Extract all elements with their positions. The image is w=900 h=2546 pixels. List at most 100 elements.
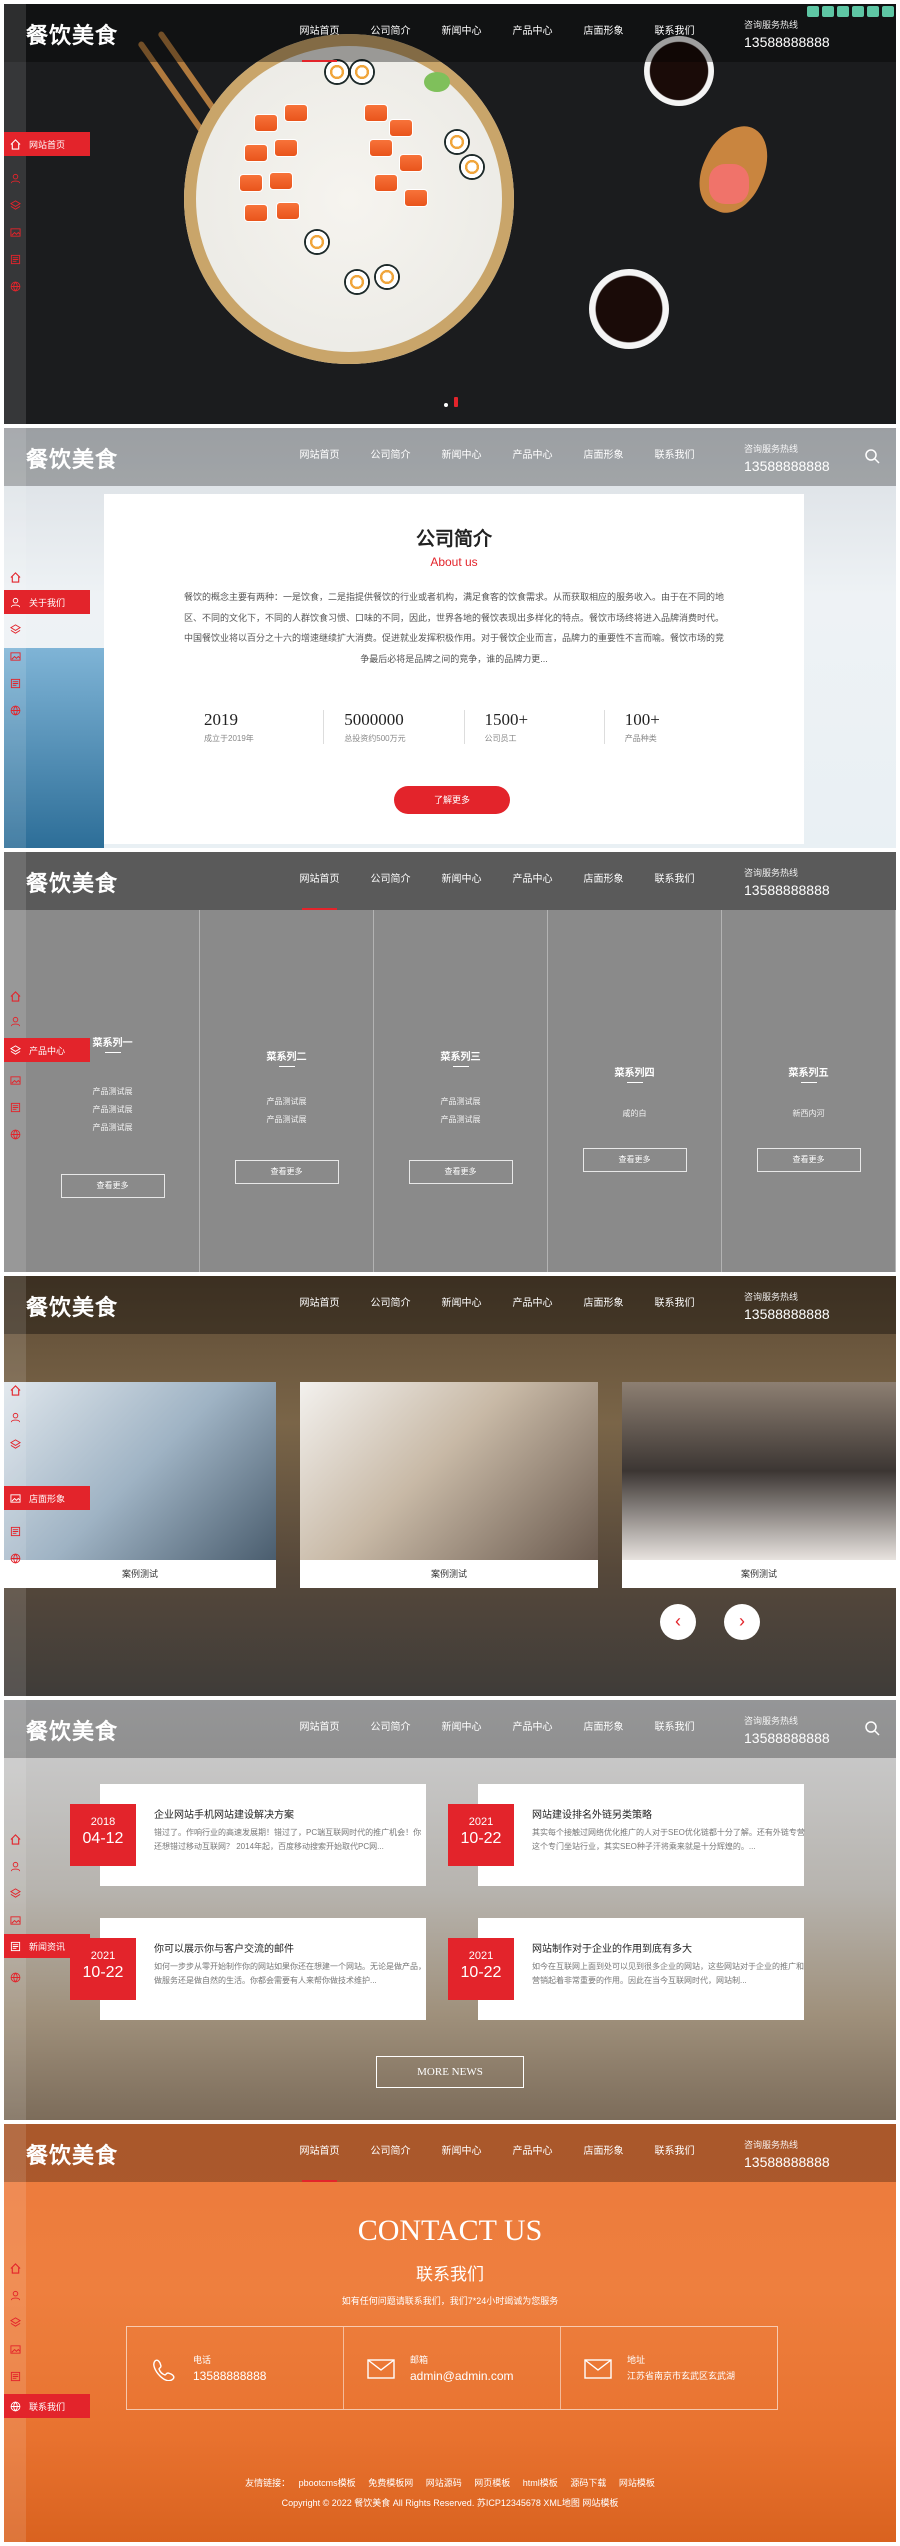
news-title[interactable]: 企业网站手机网站建设解决方案 bbox=[154, 1806, 429, 1821]
nav-products[interactable]: 产品中心 bbox=[497, 852, 568, 910]
share-icon[interactable] bbox=[867, 6, 879, 17]
side-item-home[interactable]: 网站首页 bbox=[4, 132, 90, 156]
footer-link[interactable]: 网站模板 bbox=[619, 2478, 655, 2488]
nav-store[interactable]: 店面形象 bbox=[568, 2124, 639, 2182]
nav-home[interactable]: 网站首页 bbox=[284, 2124, 355, 2182]
search-icon[interactable] bbox=[864, 1720, 880, 1736]
site-logo[interactable]: 餐饮美食 bbox=[26, 18, 118, 50]
share-icon[interactable] bbox=[837, 6, 849, 17]
globe-icon[interactable] bbox=[4, 1968, 26, 1986]
image-icon[interactable] bbox=[4, 647, 26, 665]
footer-link[interactable]: 网页模板 bbox=[474, 2478, 510, 2488]
nav-about[interactable]: 公司简介 bbox=[355, 1700, 426, 1758]
layers-icon[interactable] bbox=[4, 1884, 26, 1902]
nav-about[interactable]: 公司简介 bbox=[355, 4, 426, 62]
image-icon[interactable] bbox=[4, 1071, 26, 1089]
product-column[interactable]: 菜系列五 新西内河 查看更多 bbox=[722, 910, 896, 1272]
news-title[interactable]: 网站建设排名外链另类策略 bbox=[532, 1806, 807, 1821]
carousel-next-button[interactable]: › bbox=[724, 1604, 760, 1640]
home-icon[interactable] bbox=[4, 568, 26, 586]
globe-icon[interactable] bbox=[4, 1549, 26, 1567]
image-icon[interactable] bbox=[4, 1911, 26, 1929]
product-column[interactable]: 菜系列一 产品测试展 产品测试展 产品测试展 查看更多 bbox=[26, 910, 200, 1272]
user-icon[interactable] bbox=[4, 169, 26, 187]
case-card[interactable]: 案例测试 bbox=[622, 1382, 896, 1588]
nav-home[interactable]: 网站首页 bbox=[284, 1276, 355, 1334]
share-icon[interactable] bbox=[852, 6, 864, 17]
news-icon[interactable] bbox=[4, 674, 26, 692]
nav-products[interactable]: 产品中心 bbox=[497, 2124, 568, 2182]
news-icon[interactable] bbox=[4, 1522, 26, 1540]
layers-icon[interactable] bbox=[4, 620, 26, 638]
nav-news[interactable]: 新闻中心 bbox=[426, 2124, 497, 2182]
share-icon[interactable] bbox=[882, 6, 894, 17]
site-logo[interactable]: 餐饮美食 bbox=[26, 2138, 118, 2170]
side-item-store[interactable]: 店面形象 bbox=[4, 1486, 90, 1510]
nav-contact[interactable]: 联系我们 bbox=[639, 852, 710, 910]
globe-icon[interactable] bbox=[4, 277, 26, 295]
nav-news[interactable]: 新闻中心 bbox=[426, 852, 497, 910]
learn-more-button[interactable]: 了解更多 bbox=[394, 786, 510, 814]
nav-about[interactable]: 公司简介 bbox=[355, 852, 426, 910]
nav-news[interactable]: 新闻中心 bbox=[426, 1276, 497, 1334]
nav-store[interactable]: 店面形象 bbox=[568, 1700, 639, 1758]
nav-contact[interactable]: 联系我们 bbox=[639, 2124, 710, 2182]
nav-about[interactable]: 公司简介 bbox=[355, 428, 426, 486]
news-icon[interactable] bbox=[4, 250, 26, 268]
globe-icon[interactable] bbox=[4, 1125, 26, 1143]
image-icon[interactable] bbox=[4, 223, 26, 241]
side-item-news[interactable]: 新闻资讯 bbox=[4, 1934, 90, 1958]
image-icon[interactable] bbox=[4, 2340, 26, 2358]
nav-about[interactable]: 公司简介 bbox=[355, 2124, 426, 2182]
nav-home[interactable]: 网站首页 bbox=[284, 4, 355, 62]
footer-link[interactable]: 网站源码 bbox=[426, 2478, 462, 2488]
user-icon[interactable] bbox=[4, 1408, 26, 1426]
user-icon[interactable] bbox=[4, 2286, 26, 2304]
site-logo[interactable]: 餐饮美食 bbox=[26, 1714, 118, 1746]
home-icon[interactable] bbox=[4, 2259, 26, 2277]
nav-home[interactable]: 网站首页 bbox=[284, 852, 355, 910]
phone-value[interactable]: 13588888888 bbox=[193, 2369, 266, 2383]
view-more-button[interactable]: 查看更多 bbox=[408, 1160, 513, 1184]
nav-store[interactable]: 店面形象 bbox=[568, 428, 639, 486]
footer-link[interactable]: html模板 bbox=[523, 2478, 558, 2488]
side-item-products[interactable]: 产品中心 bbox=[4, 1038, 90, 1062]
nav-contact[interactable]: 联系我们 bbox=[639, 1276, 710, 1334]
footer-link[interactable]: pbootcms模板 bbox=[299, 2478, 356, 2488]
side-item-contact[interactable]: 联系我们 bbox=[4, 2394, 90, 2418]
nav-home[interactable]: 网站首页 bbox=[284, 1700, 355, 1758]
product-column[interactable]: 菜系列二 产品测试展 产品测试展 查看更多 bbox=[200, 910, 374, 1272]
view-more-button[interactable]: 查看更多 bbox=[582, 1148, 687, 1172]
site-logo[interactable]: 餐饮美食 bbox=[26, 442, 118, 474]
view-more-button[interactable]: 查看更多 bbox=[234, 1160, 339, 1184]
nav-store[interactable]: 店面形象 bbox=[568, 4, 639, 62]
nav-store[interactable]: 店面形象 bbox=[568, 852, 639, 910]
news-card[interactable]: 2021 10-22 你可以展示你与客户交流的邮件 如何一步步从零开始制作你的网站… bbox=[70, 1918, 429, 2020]
case-card[interactable]: 案例测试 bbox=[4, 1382, 276, 1588]
home-icon[interactable] bbox=[4, 1830, 26, 1848]
news-title[interactable]: 你可以展示你与客户交流的邮件 bbox=[154, 1940, 429, 1955]
nav-products[interactable]: 产品中心 bbox=[497, 428, 568, 486]
side-item-about[interactable]: 关于我们 bbox=[4, 590, 90, 614]
share-icon[interactable] bbox=[807, 6, 819, 17]
email-value[interactable]: admin@admin.com bbox=[410, 2369, 514, 2383]
nav-contact[interactable]: 联系我们 bbox=[639, 428, 710, 486]
news-card[interactable]: 2021 10-22 网站建设排名外链另类策略 其实每个接触过网络优化推广的人对于… bbox=[448, 1784, 807, 1886]
news-card[interactable]: 2021 10-22 网站制作对于企业的作用到底有多大 如今在互联网上面到处可以见… bbox=[448, 1918, 804, 2020]
slider-dot[interactable] bbox=[444, 403, 448, 407]
layers-icon[interactable] bbox=[4, 2313, 26, 2331]
user-icon[interactable] bbox=[4, 1012, 26, 1030]
carousel-prev-button[interactable]: ‹ bbox=[660, 1604, 696, 1640]
news-icon[interactable] bbox=[4, 2367, 26, 2385]
nav-news[interactable]: 新闻中心 bbox=[426, 4, 497, 62]
nav-products[interactable]: 产品中心 bbox=[497, 1276, 568, 1334]
home-icon[interactable] bbox=[4, 1381, 26, 1399]
view-more-button[interactable]: 查看更多 bbox=[756, 1148, 861, 1172]
globe-icon[interactable] bbox=[4, 701, 26, 719]
case-card[interactable]: 案例测试 bbox=[300, 1382, 598, 1588]
footer-link[interactable]: 源码下载 bbox=[570, 2478, 606, 2488]
nav-contact[interactable]: 联系我们 bbox=[639, 4, 710, 62]
layers-icon[interactable] bbox=[4, 1435, 26, 1453]
product-column[interactable]: 菜系列四 咸的白 查看更多 bbox=[548, 910, 722, 1272]
view-more-button[interactable]: 查看更多 bbox=[60, 1174, 165, 1198]
